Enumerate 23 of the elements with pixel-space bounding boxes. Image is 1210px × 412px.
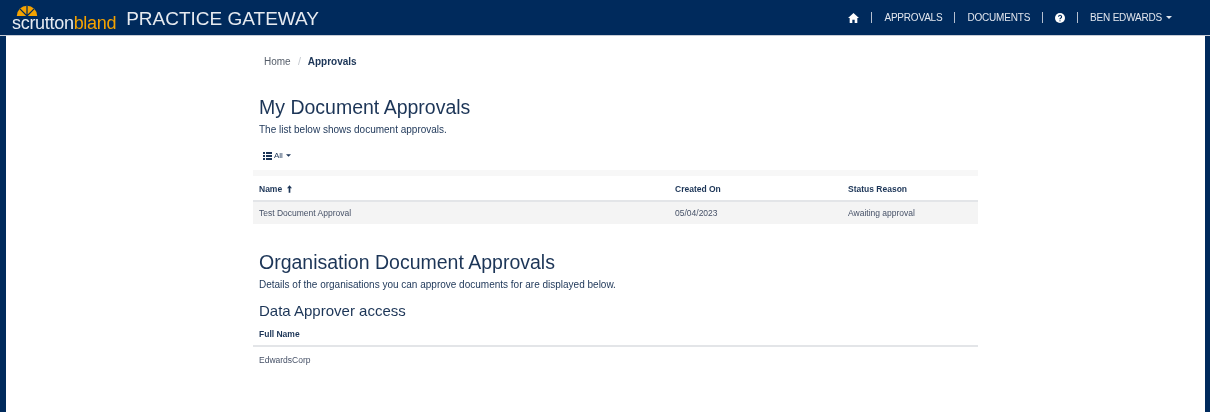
sun-icon [15, 5, 39, 16]
caret-icon [1166, 16, 1172, 19]
section-title: Organisation Document Approvals [259, 250, 556, 274]
table-cell: Test Document Approval [253, 201, 669, 224]
app-title: PRACTICE GATEWAY [126, 7, 320, 30]
caret-icon [285, 154, 291, 157]
nav-link[interactable]: DOCUMENTS [954, 12, 1043, 23]
table-cell: EdwardsCorp [253, 346, 978, 371]
home-icon [848, 12, 860, 23]
table-cell: 05/04/2023 [669, 201, 842, 224]
table-cell: Awaiting approval [842, 201, 978, 224]
description: Details of the organisations you can approve documents for are displayed below. [259, 279, 617, 290]
description: The list below shows document approvals. [259, 124, 448, 135]
help-icon [1055, 12, 1066, 23]
breadcrumb-link[interactable]: Home [264, 55, 291, 67]
logo[interactable]: scruttonbland [12, 5, 117, 32]
subsection-title: Data Approver access [259, 302, 407, 319]
section-title: My Document Approvals [259, 95, 472, 119]
user-menu[interactable]: BEN EDWARDS [1077, 12, 1184, 23]
nav-link[interactable]: APPROVALS [871, 12, 955, 23]
view-filter[interactable]: All [263, 151, 291, 160]
list-icon [263, 151, 272, 160]
column-header[interactable]: Full Name [253, 324, 978, 346]
